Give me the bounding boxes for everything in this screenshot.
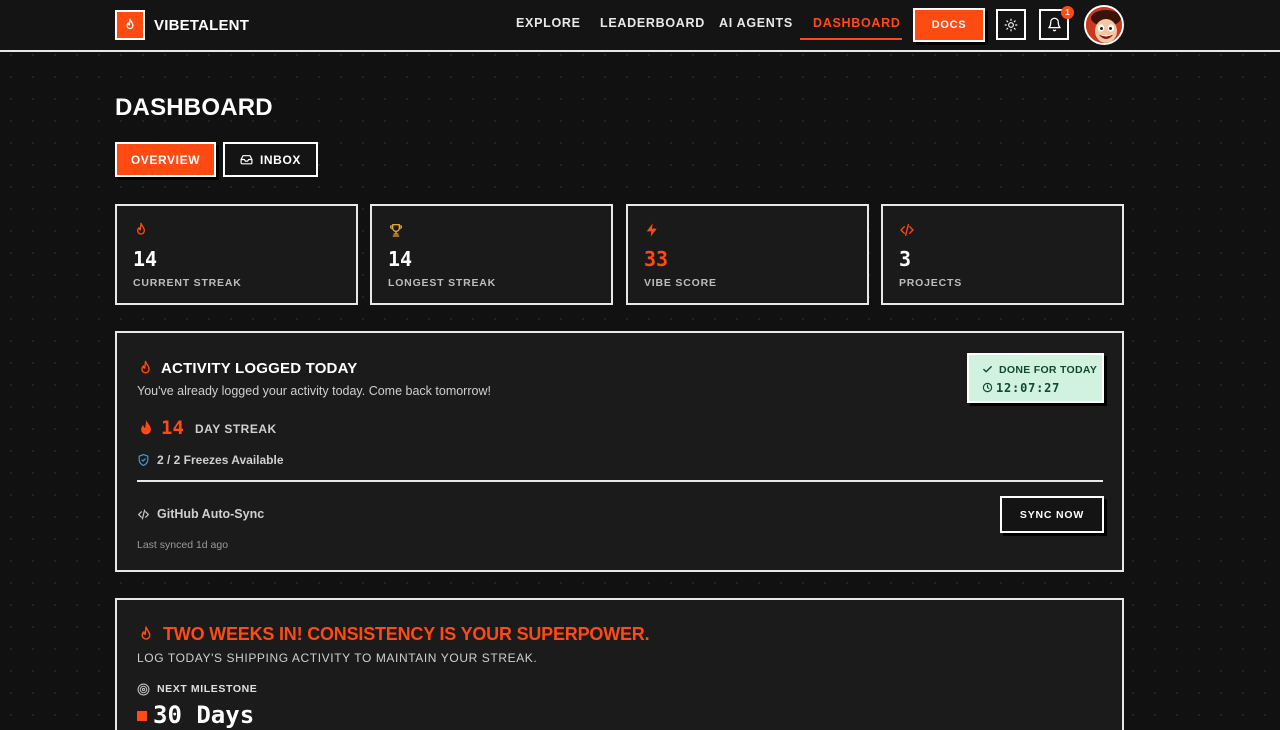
stat-card-vibe-score: 33 VIBE SCORE	[626, 204, 869, 305]
next-milestone-value: 30 Days	[153, 701, 255, 729]
freezes-available: 2 / 2 Freezes Available	[157, 453, 284, 467]
stat-value: 14	[133, 247, 158, 271]
stat-card-current-streak: 14 CURRENT STREAK	[115, 204, 358, 305]
stat-label: LONGEST STREAK	[388, 277, 497, 289]
nav-leaderboard[interactable]: LEADERBOARD	[600, 16, 705, 30]
stat-value: 3	[899, 247, 912, 271]
day-streak-label: DAY STREAK	[195, 422, 277, 436]
day-streak-value: 14	[161, 417, 184, 439]
flame-filled-icon	[141, 419, 151, 435]
flame-icon	[141, 360, 150, 374]
stat-card-longest-streak: 14 LONGEST STREAK	[370, 204, 613, 305]
brand-logo[interactable]: VIBETALENT	[115, 10, 249, 40]
trophy-icon	[389, 224, 403, 237]
stat-value: 14	[388, 247, 413, 271]
done-for-today-status: DONE FOR TODAY 12:07:27	[967, 353, 1104, 403]
target-icon	[137, 683, 150, 696]
motivation-title: TWO WEEKS IN! CONSISTENCY IS YOUR SUPERP…	[163, 624, 650, 644]
sun-icon	[1004, 18, 1018, 31]
activity-title: ACTIVITY LOGGED TODAY	[161, 360, 358, 377]
bolt-icon	[646, 223, 657, 237]
inbox-icon	[240, 155, 253, 165]
code-icon	[900, 224, 914, 236]
stat-card-projects: 3 PROJECTS	[881, 204, 1124, 305]
done-for-today-label: DONE FOR TODAY	[999, 364, 1098, 376]
page-title: DASHBOARD	[115, 94, 273, 121]
avatar[interactable]	[1084, 5, 1124, 45]
countdown-timer: 12:07:27	[996, 381, 1061, 395]
code-icon	[138, 509, 149, 520]
nav-ai-agents[interactable]: AI AGENTS	[719, 16, 793, 30]
milestone-marker	[137, 711, 147, 721]
last-synced-text: Last synced 1d ago	[137, 539, 229, 551]
sync-now-button[interactable]: SYNC NOW	[1000, 496, 1104, 533]
brand-name: VIBETALENT	[154, 16, 250, 34]
stat-label: PROJECTS	[899, 277, 962, 289]
activity-card: ACTIVITY LOGGED TODAY You've already log…	[115, 331, 1124, 572]
nav-dashboard[interactable]: DASHBOARD	[813, 16, 901, 30]
shield-icon	[138, 453, 149, 467]
flame-icon	[137, 222, 145, 235]
tab-inbox-label: INBOX	[259, 152, 301, 167]
bell-icon	[1047, 17, 1061, 32]
tab-overview[interactable]: OVERVIEW	[115, 142, 216, 177]
flame-icon	[141, 626, 151, 640]
github-auto-sync-label: GitHub Auto-Sync	[157, 507, 265, 521]
tab-inbox[interactable]: INBOX	[223, 142, 318, 177]
next-milestone-label: NEXT MILESTONE	[157, 683, 258, 695]
active-nav-underline	[800, 38, 902, 40]
docs-button[interactable]: DOCS	[913, 8, 985, 42]
check-icon	[983, 366, 992, 373]
stat-value: 33	[644, 247, 669, 271]
motivation-card: TWO WEEKS IN! CONSISTENCY IS YOUR SUPERP…	[115, 598, 1124, 730]
top-navbar: VIBETALENT EXPLORE LEADERBOARD AI AGENTS…	[0, 0, 1280, 52]
flame-logo-icon	[115, 10, 145, 40]
notification-badge: 1	[1061, 6, 1074, 19]
clock-icon	[982, 382, 993, 393]
tab-overview-label: OVERVIEW	[130, 152, 201, 167]
activity-description: You've already logged your activity toda…	[137, 384, 491, 398]
theme-toggle-button[interactable]	[996, 9, 1026, 40]
stat-label: VIBE SCORE	[644, 277, 717, 289]
stat-label: CURRENT STREAK	[133, 277, 242, 289]
motivation-subtitle: LOG TODAY'S SHIPPING ACTIVITY TO MAINTAI…	[137, 651, 538, 665]
nav-explore[interactable]: EXPLORE	[516, 16, 581, 30]
divider	[137, 480, 1103, 482]
